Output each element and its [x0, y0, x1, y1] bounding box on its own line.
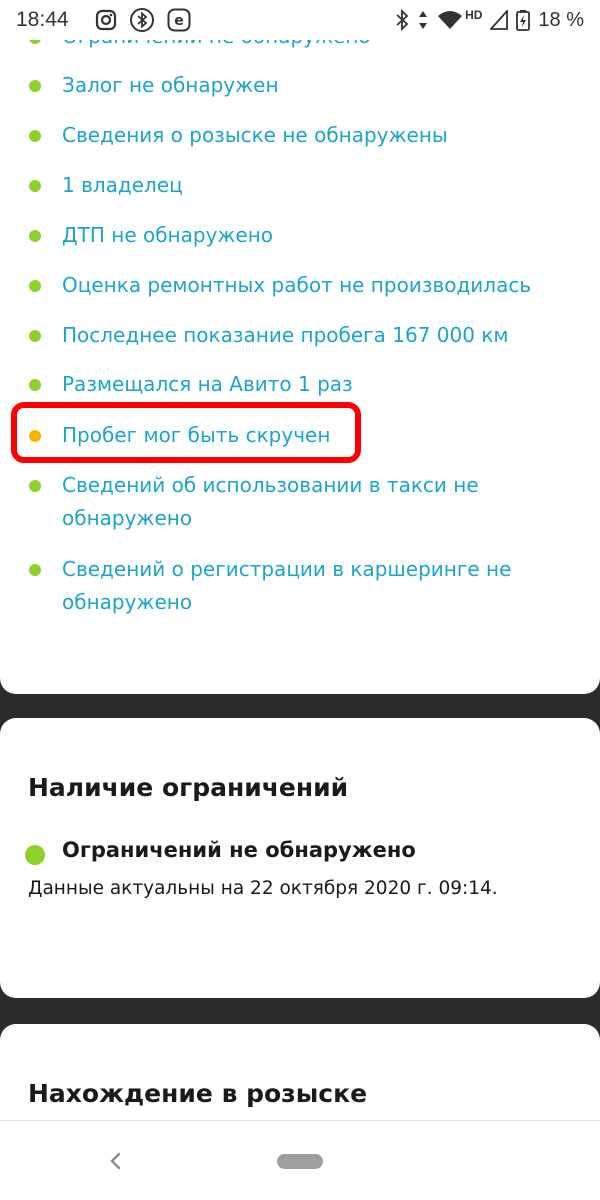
list-item-text: 1 владелец	[62, 173, 183, 197]
e-app-icon: e	[167, 8, 191, 32]
status-time: 18:44	[16, 8, 69, 31]
status-bar: 18:44 e HD 18 %	[0, 0, 600, 40]
restrictions-card: Наличие ограничений Ограничений не обнар…	[0, 718, 600, 998]
status-dot-ok	[29, 280, 41, 292]
signal-icon	[490, 10, 509, 30]
section-title: Нахождение в розыске	[28, 1079, 368, 1108]
status-dot-ok	[29, 564, 41, 576]
red-highlight-frame	[11, 402, 361, 463]
network-badge: HD	[465, 8, 483, 22]
status-dot-ok	[29, 230, 41, 242]
data-actuality-note: Данные актуальны на 22 октября 2020 г. 0…	[28, 878, 498, 899]
bluetooth-icon	[129, 8, 154, 32]
status-dot-ok	[29, 80, 41, 92]
list-item-text: Сведений о регистрации в каршеринге не о…	[62, 557, 512, 614]
list-item-text: Размещался на Авито 1 раз	[62, 372, 353, 396]
status-dot-ok	[29, 330, 41, 342]
report-checks-card: Ограничений не обнаружено Залог не обнар…	[0, 0, 600, 694]
notification-icons: e	[95, 7, 191, 33]
status-dot-ok	[29, 180, 41, 192]
list-item-text: Залог не обнаружен	[62, 73, 279, 97]
instagram-icon	[95, 9, 116, 31]
back-icon[interactable]	[108, 1151, 124, 1171]
restrictions-status: Ограничений не обнаружено	[62, 838, 416, 862]
bluetooth-icon	[396, 9, 409, 31]
list-item-text: Сведений об использовании в такси не обн…	[62, 473, 479, 530]
status-dot-ok	[25, 845, 45, 865]
battery-percent: 18 %	[538, 8, 584, 31]
list-item-text: ДТП не обнаружено	[62, 223, 274, 247]
status-dot-ok	[29, 130, 41, 142]
list-item-text: Последнее показание пробега 167 000 км	[62, 323, 509, 347]
list-item-text: Оценка ремонтных работ не производилась	[62, 273, 532, 297]
list-item-text: Сведения о розыске не обнаружены	[62, 123, 448, 147]
status-dot-ok	[29, 480, 41, 492]
system-status: HD 18 %	[395, 8, 584, 32]
status-dot-ok	[29, 379, 41, 391]
navigation-bar	[0, 1120, 600, 1200]
section-title: Наличие ограничений	[28, 773, 349, 802]
data-arrows-icon	[419, 11, 428, 29]
svg-text:e: e	[174, 13, 184, 29]
battery-icon	[516, 10, 531, 31]
home-pill[interactable]	[277, 1154, 323, 1169]
wifi-icon	[438, 11, 463, 29]
